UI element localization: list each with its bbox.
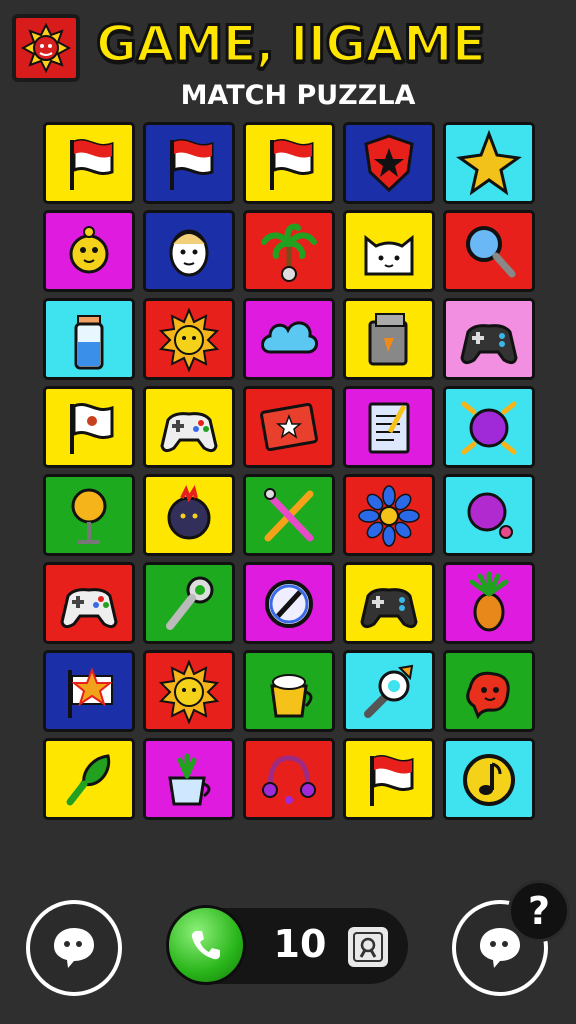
board-tile[interactable]: [43, 650, 135, 732]
purple-ball-icon: [461, 401, 517, 455]
mug-icon: [270, 674, 313, 718]
cloud-icon: [261, 321, 318, 354]
board-tile[interactable]: [243, 122, 335, 204]
move-count: 10: [273, 922, 327, 966]
board-tile[interactable]: [143, 122, 235, 204]
board-tile[interactable]: [343, 386, 435, 468]
board-tile[interactable]: [243, 210, 335, 292]
star-card-icon: [260, 402, 318, 452]
notepad-icon: [368, 402, 410, 454]
board-tile[interactable]: [43, 122, 135, 204]
chat-bubble-icon: [54, 928, 94, 968]
board-tile[interactable]: [343, 122, 435, 204]
red-flag-icon: [370, 755, 414, 806]
key-icon: [166, 576, 214, 630]
headphones-icon: [262, 755, 316, 804]
board-tile[interactable]: [443, 562, 535, 644]
search-icon: [353, 932, 383, 962]
yellow-creature-icon: [69, 226, 109, 274]
board-tile[interactable]: [243, 474, 335, 556]
star-flag-icon: [68, 667, 113, 718]
board-tile[interactable]: [143, 386, 235, 468]
board-tile[interactable]: [43, 474, 135, 556]
board-tile[interactable]: [343, 474, 435, 556]
search-button[interactable]: [348, 927, 388, 967]
tool-icon: [364, 664, 414, 718]
puzzle-board: [43, 122, 535, 820]
red-creature-icon: [466, 671, 510, 720]
board-tile[interactable]: [443, 474, 535, 556]
board-tile[interactable]: [343, 738, 435, 820]
game-subtitle: MATCH PUZZLA: [180, 80, 416, 111]
board-tile[interactable]: [443, 122, 535, 204]
board-tile[interactable]: [243, 650, 335, 732]
board-tile[interactable]: [343, 562, 435, 644]
board-tile[interactable]: [43, 298, 135, 380]
magnifier-icon: [466, 226, 516, 278]
board-tile[interactable]: [243, 562, 335, 644]
sun-icon: [158, 307, 220, 373]
pineapple-icon: [469, 571, 509, 632]
board-tile[interactable]: [243, 386, 335, 468]
left-chat-button[interactable]: [26, 900, 122, 996]
gold-star-icon: [456, 129, 522, 196]
board-tile[interactable]: [443, 298, 535, 380]
board-tile[interactable]: [143, 298, 235, 380]
box-icon: [368, 313, 408, 366]
board-tile[interactable]: [43, 386, 135, 468]
red-face-logo-icon: [21, 23, 71, 73]
shield-star-icon: [364, 134, 414, 193]
phone-icon: [191, 931, 220, 960]
board-tile[interactable]: [143, 210, 235, 292]
board-tile[interactable]: [443, 386, 535, 468]
board-tile[interactable]: [43, 738, 135, 820]
call-button[interactable]: [166, 905, 246, 985]
compass-icon: [265, 580, 313, 628]
gamepad-icon: [460, 324, 518, 365]
face-icon: [169, 229, 209, 277]
red-flag-icon: [170, 139, 214, 190]
red-flag-icon: [270, 139, 314, 190]
palm-tree-icon: [261, 223, 317, 282]
board-tile[interactable]: [43, 210, 135, 292]
flower-icon: [358, 485, 420, 547]
board-tile[interactable]: [343, 650, 435, 732]
gamepad-white-icon: [160, 412, 218, 453]
board-tile[interactable]: [143, 474, 235, 556]
music-note-icon: [463, 754, 515, 806]
board-tile[interactable]: [43, 562, 135, 644]
board-tile[interactable]: [243, 298, 335, 380]
board-tile[interactable]: [143, 738, 235, 820]
board-tile[interactable]: [343, 210, 435, 292]
board-tile[interactable]: [243, 738, 335, 820]
gamepad-icon: [360, 588, 418, 629]
green-leaf-icon: [66, 754, 111, 806]
red-flag-icon: [70, 139, 114, 190]
cat-icon: [364, 234, 414, 276]
board-tile[interactable]: [143, 650, 235, 732]
white-flag-icon: [70, 403, 114, 454]
plant-cup-icon: [168, 753, 211, 806]
help-button[interactable]: ?: [508, 880, 570, 942]
sun-icon: [158, 659, 220, 725]
game-logo: [12, 14, 80, 82]
bottle-icon: [74, 315, 104, 370]
berry-icon: [167, 484, 211, 540]
board-tile[interactable]: [343, 298, 435, 380]
gamepad-white-icon: [60, 588, 118, 629]
game-title: GAME, IIGAME: [95, 14, 488, 75]
crossed-tools-icon: [264, 488, 314, 542]
board-tile[interactable]: [443, 210, 535, 292]
lollipop-icon: [71, 488, 107, 544]
board-tile[interactable]: [443, 738, 535, 820]
balloon-icon: [467, 492, 513, 539]
board-tile[interactable]: [443, 650, 535, 732]
board-tile[interactable]: [143, 562, 235, 644]
